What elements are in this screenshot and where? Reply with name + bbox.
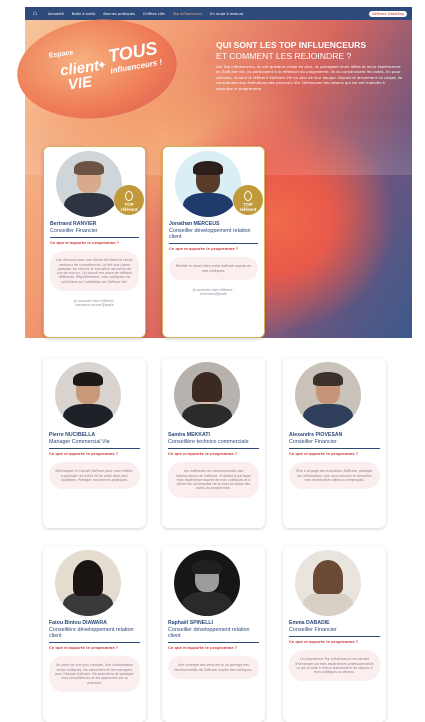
divider — [49, 448, 140, 450]
avatar — [174, 550, 240, 616]
photo-zone — [162, 358, 265, 428]
card-question: Ce que m'apporte le programme ? — [168, 646, 237, 651]
card-name: Alexandre PIOVESAN — [289, 432, 343, 438]
photo-zone — [43, 358, 146, 428]
card-name: Pierre NUCIBELLA — [49, 432, 96, 438]
datamap-button[interactable]: Saffcare DataMap — [368, 10, 407, 17]
card-contact: Je contacte mon référent : jmerceus@gsaf… — [169, 288, 258, 297]
card-name: Samira MEKKATI — [168, 432, 210, 438]
card-role: Conseillère développement relation clien… — [49, 627, 134, 640]
avatar — [295, 362, 361, 428]
card-name: Fatou Bintou DIAWARA — [49, 620, 107, 626]
photo-zone — [43, 546, 146, 616]
card-question: Ce que m'apporte le programme ? — [50, 241, 119, 246]
photo-zone: TOP référent — [44, 147, 145, 217]
logo-text-vie: VIE — [66, 73, 94, 94]
card-answer: Une synergie des services et un partage … — [168, 656, 259, 679]
card-name: Jonathan MERCEUS — [169, 221, 220, 227]
photo-zone — [162, 546, 265, 616]
card-answer: Les réunions avec nos clients facilitent… — [50, 251, 139, 291]
divider — [168, 642, 259, 644]
card-name: Emma DABADIE — [289, 620, 330, 626]
card-question: Ce que m'apporte le programme ? — [169, 247, 238, 252]
nav-item-boite-a-outils[interactable]: Boîte à outils — [72, 12, 96, 16]
home-icon[interactable]: ⌂ — [30, 10, 40, 17]
card-question: Ce que m'apporte le programme ? — [289, 452, 358, 457]
divider — [289, 448, 380, 450]
avatar — [56, 151, 122, 217]
star-icon: ✦ — [95, 57, 109, 73]
influencer-card: TOP référent Bertrand RANVIER Conseiller … — [43, 146, 146, 338]
top-referent-badge: TOP référent — [233, 185, 263, 215]
card-answer: Révéler le savoir-faire entre Saffcare a… — [169, 257, 258, 280]
card-role: Conseillère technico commerciale — [168, 439, 249, 445]
divider — [49, 642, 140, 644]
card-question: Ce que m'apporte le programme ? — [168, 452, 237, 457]
card-contact: Je contacte mon référent : bertrand.ranv… — [50, 299, 139, 308]
avatar — [295, 550, 361, 616]
avatar — [174, 362, 240, 428]
hero-title: QUI SONT LES TOP INFLUENCEURS — [216, 40, 367, 50]
card-question: Ce que m'apporte le programme ? — [289, 640, 358, 645]
card-answer: Développer le Conseil Saffcare pour mon … — [49, 462, 140, 490]
influencer-card: Alexandre PIOVESAN Conseiller Financier … — [283, 358, 386, 528]
nav-item-actualite[interactable]: Actualité — [48, 12, 64, 16]
contact-email-link[interactable]: jmerceus@gsafe — [169, 292, 258, 296]
photo-zone — [283, 546, 386, 616]
influencer-card: Raphaël SPINELLI Conseiller développemen… — [162, 546, 265, 722]
card-role: Conseiller Financier — [289, 627, 337, 633]
influencer-card: Fatou Bintou DIAWARA Conseillère dévelop… — [43, 546, 146, 722]
card-answer: Les méthodes de communication des interl… — [168, 462, 259, 498]
influencer-card: Emma DABADIE Conseiller Financier Ce que… — [283, 546, 386, 722]
medal-icon — [125, 191, 133, 201]
card-role: Conseiller développement relation client — [168, 627, 250, 640]
avatar — [55, 550, 121, 616]
photo-zone — [283, 358, 386, 428]
card-question: Ce que m'apporte le programme ? — [49, 646, 118, 651]
photo-zone: TOP référent — [163, 147, 264, 217]
divider — [168, 448, 259, 450]
divider — [289, 636, 380, 638]
top-nav: ⌂ Actualité Boîte à outils Bonnes pratiq… — [25, 7, 412, 20]
nav-item-chiffres-cles[interactable]: Chiffres clés — [143, 12, 165, 16]
nav-item-top-influenceurs[interactable]: Top influenceurs — [173, 12, 202, 16]
divider — [50, 237, 139, 239]
avatar — [55, 362, 121, 428]
card-role: Manager Commercial Vie — [49, 439, 110, 445]
hero-subtitle: ET COMMENT LES REJOINDRE ? — [216, 51, 352, 61]
hero-intro-text: Les Top influenceurs, ils ont quelque ch… — [216, 64, 402, 91]
contact-email-link[interactable]: bertrand.ranvier@gsafe — [50, 303, 139, 307]
card-question: Ce que m'apporte le programme ? — [49, 452, 118, 457]
divider — [169, 243, 258, 245]
avatar — [175, 151, 241, 217]
card-name: Raphaël SPINELLI — [168, 620, 213, 626]
nav-item-en-route[interactable]: En route à mesure — [210, 12, 243, 16]
card-role: Conseiller Financier — [289, 439, 337, 445]
card-role: Conseiller Financier — [50, 228, 98, 234]
card-answer: Le programme Top influenceurs me permet … — [289, 650, 380, 682]
page: ⌂ Actualité Boîte à outils Bonnes pratiq… — [0, 0, 425, 722]
card-answer: Un point de vue plus complet. Une collab… — [49, 656, 140, 692]
influencer-card: TOP référent Jonathan MERCEUS Conseiller … — [162, 146, 265, 338]
nav-item-bonnes-pratiques[interactable]: Bonnes pratiques — [103, 12, 134, 16]
top-referent-badge: TOP référent — [114, 185, 144, 215]
card-answer: Être à la page des évolutions Saffcare, … — [289, 462, 380, 490]
influencer-card: Pierre NUCIBELLA Manager Commercial Vie … — [43, 358, 146, 528]
medal-icon — [244, 191, 252, 201]
influencer-card: Samira MEKKATI Conseillère technico comm… — [162, 358, 265, 528]
card-name: Bertrand RANVIER — [50, 221, 97, 227]
card-role: Conseiller développement relation client — [169, 228, 251, 241]
